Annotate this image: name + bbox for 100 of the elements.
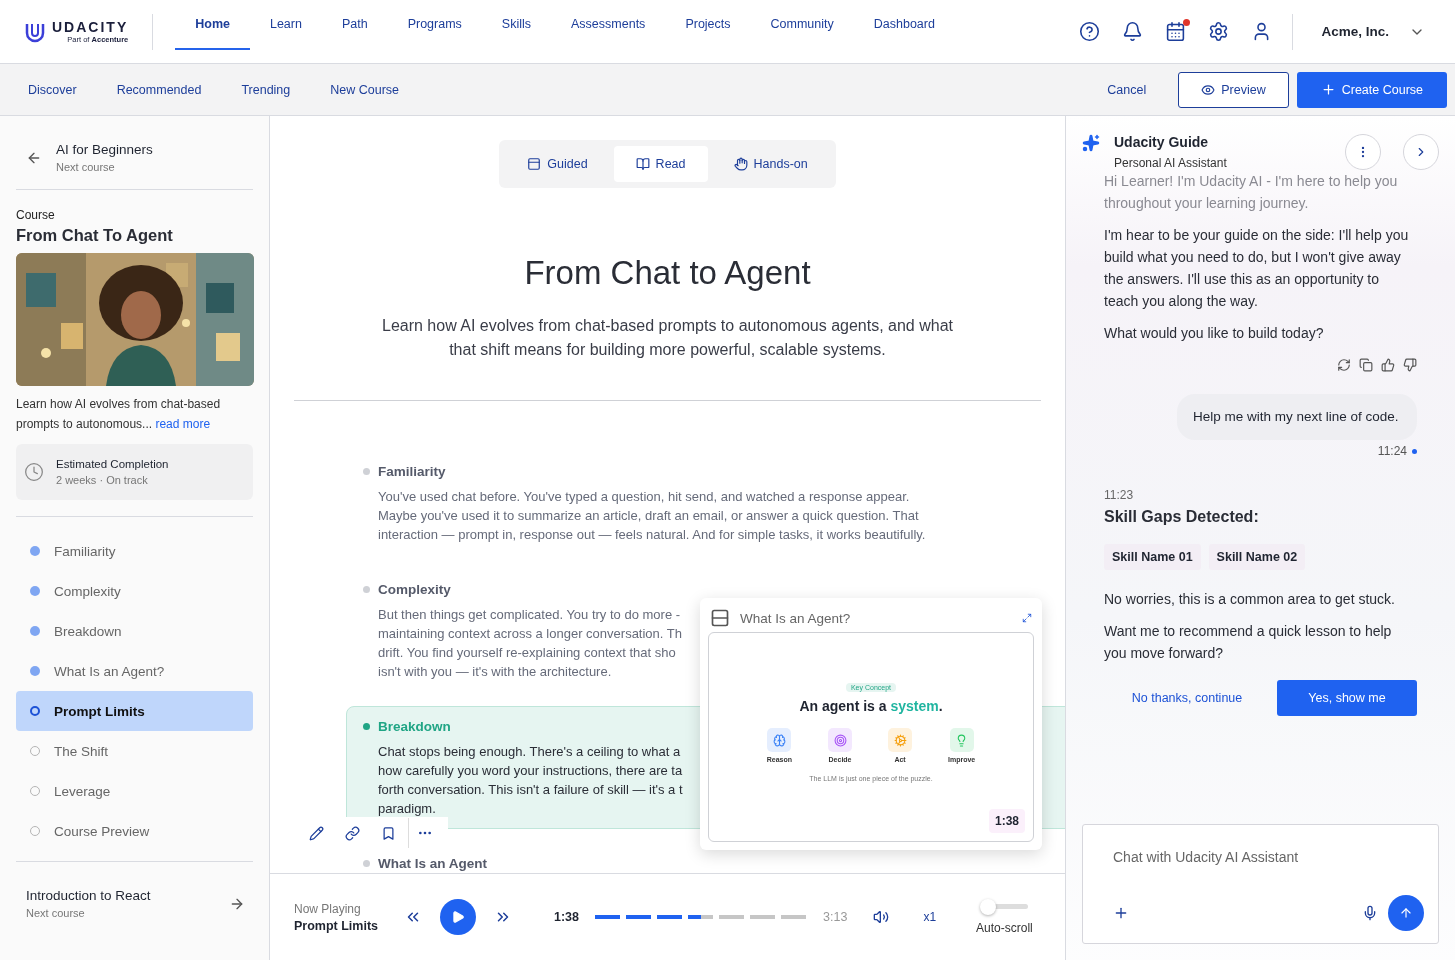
subnav-link[interactable]: New Course [310, 82, 420, 97]
subnav-link[interactable]: Trending [221, 82, 311, 97]
expand-icon[interactable] [1022, 613, 1032, 623]
outline-item[interactable]: Complexity [16, 571, 253, 611]
paragraph-line: paradigm. [378, 800, 436, 818]
create-course-button[interactable]: Create Course [1296, 71, 1447, 108]
decline-button[interactable]: No thanks, continue [1107, 680, 1267, 716]
assistant-message: What would you like to build today? [1104, 324, 1325, 343]
bullet-dot [363, 468, 370, 475]
course-description: Learn how AI evolves from chat-based prompts to autonomous... read more [16, 396, 222, 433]
copy-icon[interactable] [1359, 358, 1373, 372]
logo-name: UDACITY [52, 19, 129, 35]
paragraph-line: interaction — prompt in, response out — feels natural. And for simple tasks, it works beautifully. [378, 526, 926, 544]
auto-scroll-toggle[interactable] [980, 899, 1029, 915]
outline-item[interactable]: What Is an Agent? [16, 651, 253, 691]
course-caption: Next course [26, 907, 86, 919]
speed-control[interactable]: x1 [923, 910, 937, 924]
account-menu[interactable]: Acme, Inc. [1292, 13, 1455, 50]
course-label: Course [16, 208, 56, 222]
settings-icon[interactable] [1208, 21, 1230, 42]
outline-item[interactable]: Prompt Limits [16, 691, 253, 731]
nav-link[interactable]: Skills [481, 0, 552, 50]
nav-link[interactable]: Learn [249, 0, 322, 50]
book-icon [635, 157, 650, 171]
mode-tab[interactable]: Read [613, 146, 708, 182]
panel-icon [710, 608, 730, 628]
now-playing-title: Prompt Limits [294, 918, 380, 933]
calendar-icon[interactable] [1165, 21, 1187, 42]
outline-item[interactable]: The Shift [16, 731, 253, 771]
outline-item[interactable]: Familiarity [16, 531, 253, 571]
outline-item[interactable]: Leverage [16, 771, 253, 811]
arrow-up-icon [1399, 906, 1413, 920]
thumbs-down-icon[interactable] [1403, 358, 1417, 372]
mode-tab[interactable]: Hands-on [711, 146, 830, 182]
paragraph-line: Maybe you've used it to summarize an article, draft an email, or answer a quick question. That [378, 507, 919, 525]
outline-item[interactable]: Breakdown [16, 611, 253, 651]
assistant-message: Want me to recommend a quick lesson to help you move forward? [1104, 622, 1393, 663]
section-heading: Complexity [378, 582, 451, 597]
nav-link[interactable]: Assessments [551, 0, 666, 50]
cancel-button[interactable]: Cancel [1075, 82, 1179, 97]
paragraph-line: Chat stops being enough. There's a ceiling to what a [378, 743, 681, 761]
send-button[interactable] [1388, 895, 1424, 931]
video-title: What Is an Agent? [740, 610, 852, 626]
sparkle-icon [1082, 134, 1100, 152]
preview-button[interactable]: Preview [1178, 71, 1289, 108]
message-time: 11:23 [1104, 488, 1135, 502]
current-time: 1:38 [554, 910, 580, 924]
microphone-icon[interactable] [1362, 905, 1378, 921]
section-heading: Breakdown [378, 719, 451, 734]
nav-link[interactable]: Path [321, 0, 388, 50]
assistant-message: I'm hear to be your guide on the side: I'll help you build what you need to do, but I won't give away the answers. I'll use this as an opportunity to teach you along the way. [1104, 226, 1410, 311]
hand-icon [733, 157, 748, 171]
paragraph-line: But then things get complicated. You try to do more - [378, 606, 681, 624]
sent-dot [1412, 448, 1417, 454]
skill-gaps-heading: Skill Gaps Detected: [1104, 508, 1260, 526]
nav-link[interactable]: Home [175, 0, 250, 50]
assistant-title: Udacity Guide [1114, 134, 1210, 150]
help-icon[interactable] [1079, 21, 1101, 42]
progress-track[interactable] [595, 915, 808, 919]
volume-icon[interactable] [873, 909, 890, 925]
paragraph-line: how carefully you word your instructions, there are ta [378, 762, 683, 780]
course-heading: From Chat To Agent [16, 226, 174, 245]
assistant-message: Hi Learner! I'm Udacity AI - I'm here to help you throughout your learning journey. [1104, 172, 1399, 213]
paragraph-line: You've used chat before. You've typed a question, hit send, and watched a response appear. [378, 488, 910, 506]
nav-link[interactable]: Projects [665, 0, 751, 50]
bullet-dot [363, 723, 370, 730]
lesson-title: From Chat to Agent [524, 254, 811, 292]
nav-link[interactable]: Programs [387, 0, 482, 50]
thumbs-up-icon[interactable] [1381, 358, 1395, 372]
course-title: Introduction to React [26, 888, 152, 903]
nav-link[interactable]: Community [750, 0, 854, 50]
bullet-dot [363, 586, 370, 593]
eye-icon [1201, 82, 1216, 97]
course-title: AI for Beginners [56, 142, 154, 157]
lesson-subtitle: Learn how AI evolves from chat-based prompts to autonomous agents, and what that shift means for building more powerful, scalable systems. [381, 316, 954, 360]
mode-tab[interactable]: Guided [505, 146, 610, 182]
play-button[interactable] [440, 899, 476, 935]
now-playing-label: Now Playing [294, 901, 362, 916]
refresh-icon[interactable] [1337, 358, 1351, 372]
completion-title: Estimated Completion [56, 458, 169, 470]
subnav-link[interactable]: Discover [8, 82, 97, 97]
read-more-link[interactable]: read more [155, 417, 211, 431]
skill-tag: Skill Name 02 [1208, 544, 1306, 570]
user-message: Help me with my next line of code. [1177, 394, 1417, 440]
nav-link[interactable]: Dashboard [853, 0, 955, 50]
section-heading: Familiarity [378, 464, 446, 479]
plus-icon [1320, 82, 1336, 97]
subnav-link[interactable]: Recommended [96, 82, 222, 97]
outline-item[interactable]: Course Preview [16, 811, 253, 851]
paragraph-line: isn't with you — it's with the architecture. [378, 663, 612, 681]
assistant-subtitle: Personal AI Assistant [1114, 156, 1228, 170]
play-icon [451, 910, 465, 924]
total-time: 3:13 [823, 910, 848, 924]
bell-icon[interactable] [1122, 21, 1144, 42]
accept-button[interactable]: Yes, show me [1277, 680, 1417, 716]
slide-headline: An agent is a system. [799, 698, 943, 714]
paragraph-line: forth conversation. This isn't a failure of skill — it's a t [378, 781, 683, 799]
skill-tag: Skill Name 01 [1104, 544, 1201, 570]
completion-detail: 2 weeks · On track [56, 474, 149, 486]
plus-icon[interactable] [1113, 905, 1129, 921]
